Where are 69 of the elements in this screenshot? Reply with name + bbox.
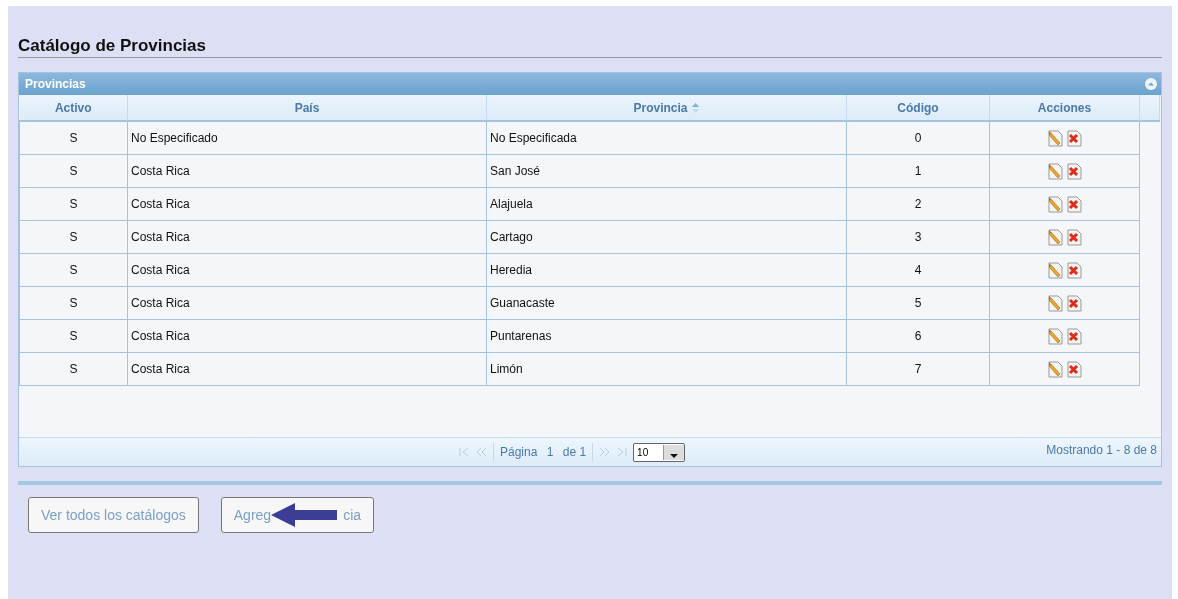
table-cell: 2 xyxy=(846,187,990,221)
edit-icon[interactable] xyxy=(1046,129,1064,147)
record-summary: Mostrando 1 - 8 de 8 xyxy=(1046,443,1157,457)
table-cell: 5 xyxy=(846,286,990,320)
table-cell: S xyxy=(19,154,128,188)
table-cell: Costa Rica xyxy=(127,187,487,221)
collapse-icon[interactable] xyxy=(1145,78,1157,90)
column-header[interactable]: Provincia xyxy=(486,95,847,121)
table-cell: Costa Rica xyxy=(127,352,487,386)
table-cell: 3 xyxy=(846,220,990,254)
page-number: 1 xyxy=(545,445,555,459)
column-header[interactable]: Activo xyxy=(19,95,128,121)
delete-icon[interactable] xyxy=(1065,261,1083,279)
delete-icon[interactable] xyxy=(1065,228,1083,246)
table-cell: Guanacaste xyxy=(486,286,847,320)
table-cell: S xyxy=(19,220,128,254)
column-header[interactable]: País xyxy=(127,95,487,121)
delete-icon[interactable] xyxy=(1065,294,1083,312)
table-cell: S xyxy=(19,286,128,320)
edit-icon[interactable] xyxy=(1046,195,1064,213)
dropdown-icon[interactable] xyxy=(663,444,685,460)
delete-icon[interactable] xyxy=(1065,360,1083,378)
table-cell: S xyxy=(19,187,128,221)
column-header[interactable]: Código xyxy=(846,95,990,121)
edit-icon[interactable] xyxy=(1046,162,1064,180)
table-cell: Costa Rica xyxy=(127,286,487,320)
action-button[interactable]: Agreg cia xyxy=(220,497,375,533)
sort-icon xyxy=(690,103,700,114)
edit-icon[interactable] xyxy=(1046,327,1064,345)
table-cell: S xyxy=(19,253,128,287)
table-cell: Costa Rica xyxy=(127,220,487,254)
table-cell: S xyxy=(19,319,128,353)
delete-icon[interactable] xyxy=(1065,162,1083,180)
action-button[interactable]: Ver todos los catálogos xyxy=(28,497,199,533)
table-cell: Costa Rica xyxy=(127,154,487,188)
page-title: Catálogo de Provincias xyxy=(18,36,206,57)
edit-icon[interactable] xyxy=(1046,294,1064,312)
page-label: Página xyxy=(500,445,538,459)
table-cell: No Especificado xyxy=(127,121,487,155)
table-cell: 0 xyxy=(846,121,990,155)
edit-icon[interactable] xyxy=(1046,360,1064,378)
table-cell: S xyxy=(19,121,128,155)
table-cell: 7 xyxy=(846,352,990,386)
table-cell: Alajuela xyxy=(486,187,847,221)
table-cell: San José xyxy=(486,154,847,188)
table-cell: Costa Rica xyxy=(127,319,487,353)
table-cell: Cartago xyxy=(486,220,847,254)
table-cell: S xyxy=(19,352,128,386)
grid-caption: Provincias xyxy=(25,77,86,91)
last-page-icon[interactable] xyxy=(616,448,628,456)
table-cell: 6 xyxy=(846,319,990,353)
edit-icon[interactable] xyxy=(1046,261,1064,279)
page-total: de 1 xyxy=(562,445,587,459)
table-cell: Costa Rica xyxy=(127,253,487,287)
previous-page-icon[interactable] xyxy=(476,448,487,456)
table-cell: Limón xyxy=(486,352,847,386)
first-page-icon[interactable] xyxy=(459,448,470,456)
delete-icon[interactable] xyxy=(1065,327,1083,345)
column-header[interactable]: Acciones xyxy=(989,95,1140,121)
table-cell: 4 xyxy=(846,253,990,287)
delete-icon[interactable] xyxy=(1065,129,1083,147)
table-cell: Heredia xyxy=(486,253,847,287)
table-cell: 1 xyxy=(846,154,990,188)
edit-icon[interactable] xyxy=(1046,228,1064,246)
table-cell: Puntarenas xyxy=(486,319,847,353)
table-cell: No Especificada xyxy=(486,121,847,155)
delete-icon[interactable] xyxy=(1065,195,1083,213)
page-size-select[interactable]: 10 xyxy=(633,442,686,462)
next-page-icon[interactable] xyxy=(599,448,611,456)
